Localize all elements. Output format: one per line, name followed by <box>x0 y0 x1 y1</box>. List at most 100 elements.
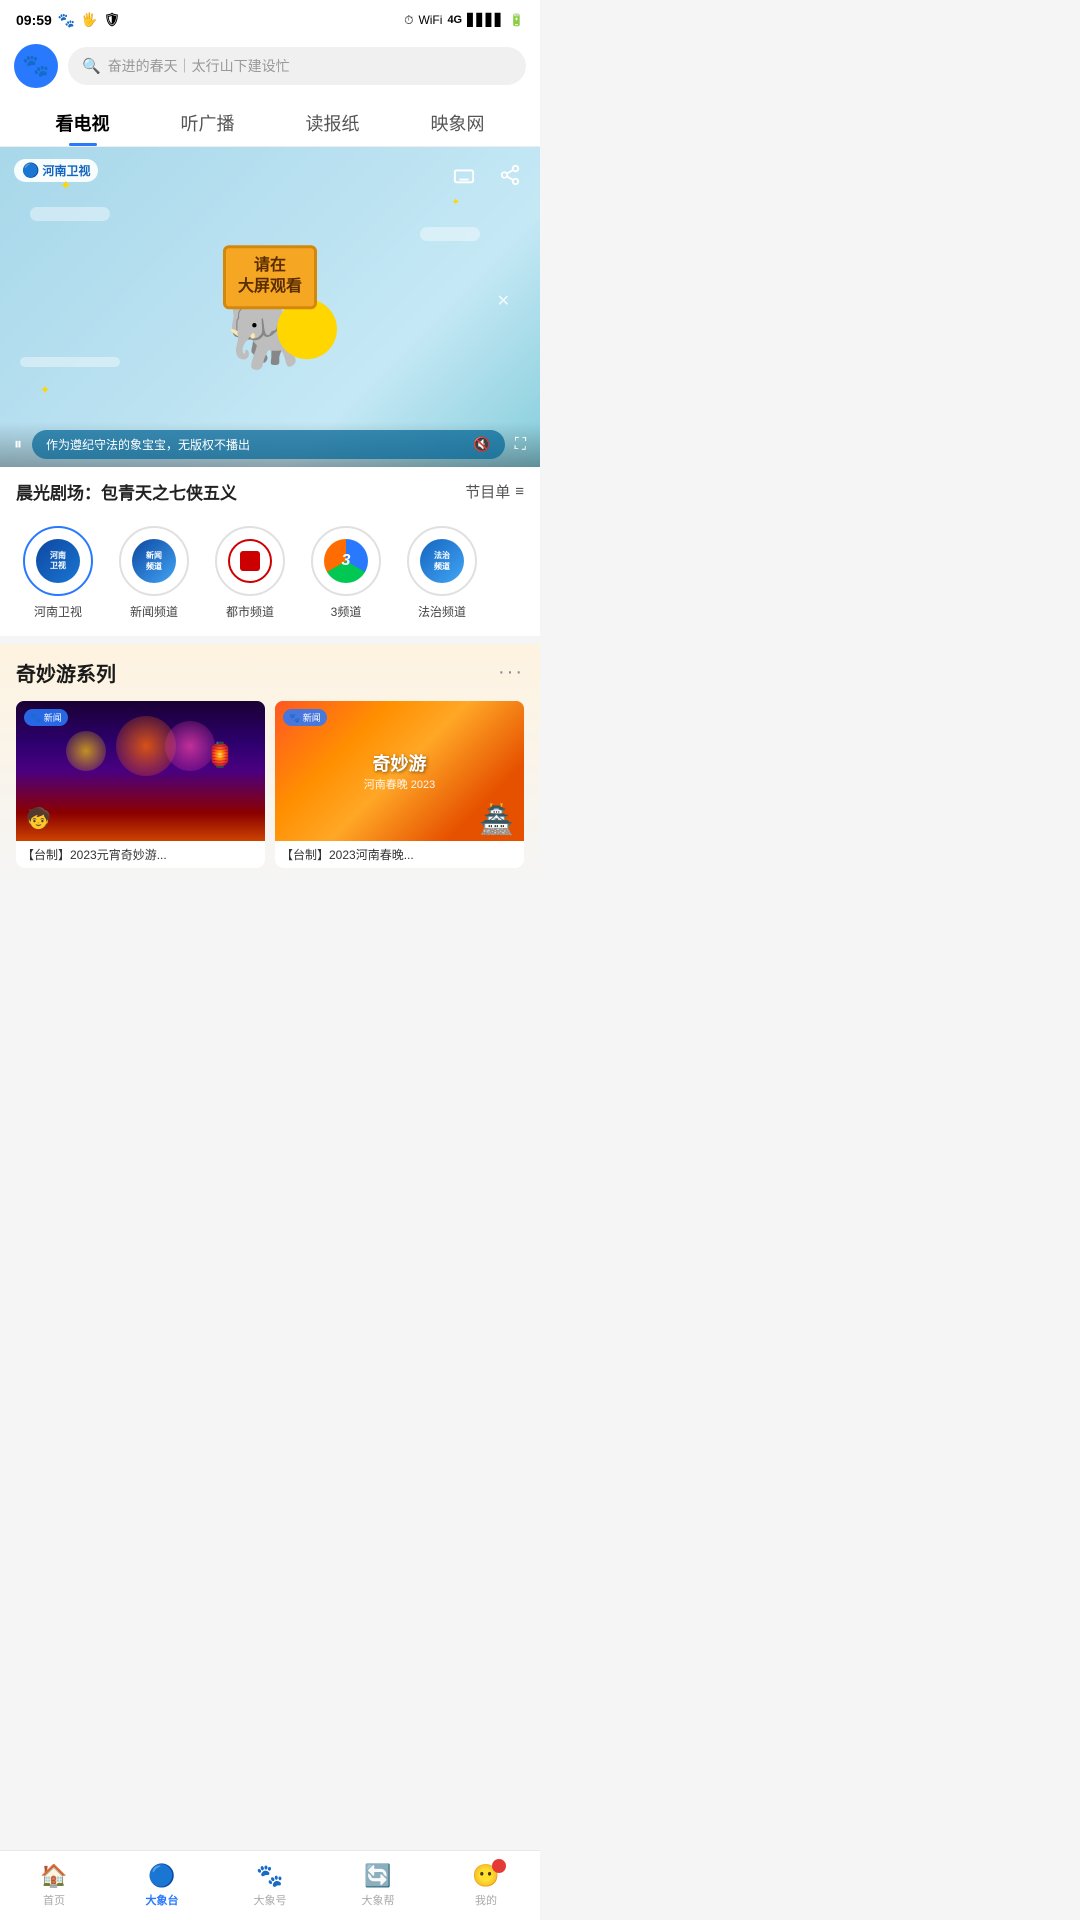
firework-2 <box>66 731 106 771</box>
thumb-festival: 奇妙游 河南春晚 2023 🐾 新闻 🏯 <box>275 701 524 841</box>
channel-xinwen[interactable]: 新闻频道 新闻频道 <box>106 526 202 620</box>
paw-icon: 🐾 <box>58 12 75 29</box>
nav-mine[interactable]: 😶 我的 <box>432 1851 540 1920</box>
logo-paw-icon: 🐾 <box>22 53 49 79</box>
app-logo[interactable]: 🐾 <box>14 44 58 88</box>
channel-list: 河南卫视 河南卫视 新闻频道 新闻频道 都市频道 <box>0 516 540 636</box>
nav-home[interactable]: 🏠 首页 <box>0 1851 108 1920</box>
video-player[interactable]: 🔵 河南卫视 <box>0 147 540 467</box>
tab-radio[interactable]: 听广播 <box>145 98 270 146</box>
bars-icon: ▋▋▋▋ <box>467 13 504 27</box>
content-card-2[interactable]: 奇妙游 河南春晚 2023 🐾 新闻 🏯 【台制】2023河南春晚... <box>275 701 524 868</box>
signal-icon: 4G <box>447 14 462 26</box>
subtitle-text: 作为遵纪守法的象宝宝，无版权不播出 <box>46 436 250 453</box>
tab-tv[interactable]: 看电视 <box>20 98 145 146</box>
shield-icon: 🛡 <box>103 12 120 28</box>
cloud-deco-2 <box>420 227 480 241</box>
search-placeholder-text: 奋进的春天｜太行山下建设忙 <box>108 56 290 76</box>
section-header: 奇妙游系列 ··· <box>16 658 524 687</box>
sparkle-2: ✦ <box>452 197 460 208</box>
wifi-icon: WiFi <box>418 13 442 27</box>
nav-daxiangbang[interactable]: 🔄 大象帮 <box>324 1851 432 1920</box>
daxiangbang-icon: 🔄 <box>364 1863 391 1889</box>
list-icon: ≡ <box>515 483 524 500</box>
search-bar[interactable]: 🔍 奋进的春天｜太行山下建设忙 <box>68 47 526 85</box>
elephant-scene: 请在大屏观看 🐘 <box>223 245 317 369</box>
program-info: 晨光剧场：包青天之七侠五义 节目单 ≡ <box>0 467 540 516</box>
program-title: 晨光剧场：包青天之七侠五义 <box>16 479 237 504</box>
cloud-deco-1 <box>30 207 110 221</box>
daxianghao-label: 大象号 <box>254 1892 287 1908</box>
home-icon: 🏠 <box>40 1863 67 1889</box>
video-section: 🔵 河南卫视 <box>0 147 540 636</box>
fazhi-circle: 法治频道 <box>407 526 477 596</box>
close-button[interactable]: ✕ <box>497 291 510 311</box>
daxiangtai-icon: 🔵 <box>148 1863 175 1889</box>
sign-board: 请在大屏观看 <box>223 245 317 309</box>
daxiangtai-label: 大象台 <box>146 1892 179 1908</box>
content-card-1[interactable]: 🏮 🧒 🐾 新闻 【台制】2023元宵奇妙游... <box>16 701 265 868</box>
pause-button[interactable]: ⏸ <box>14 436 22 454</box>
program-list-label: 节目单 <box>465 481 510 502</box>
status-time: 09:59 🐾 🖐 🛡 <box>16 12 120 29</box>
card2-label: 【台制】2023河南春晚... <box>275 841 524 868</box>
share-button[interactable] <box>494 159 526 191</box>
mine-label: 我的 <box>475 1892 497 1908</box>
bottom-padding <box>0 882 540 962</box>
nav-daxianghao[interactable]: 🐾 大象号 <box>216 1851 324 1920</box>
mine-icon: 😶 <box>472 1863 499 1889</box>
tab-newspaper[interactable]: 读报纸 <box>270 98 395 146</box>
nav-daxiangtai[interactable]: 🔵 大象台 <box>108 1851 216 1920</box>
xinwen-label: 新闻频道 <box>130 603 178 620</box>
lantern-icon: 🏮 <box>205 741 235 770</box>
time-display: 09:59 <box>16 12 52 28</box>
fullscreen-button[interactable]: ⛶ <box>515 436 526 454</box>
qimiaoyou-section: 奇妙游系列 ··· 🏮 🧒 🐾 新闻 【台制】2023元宵奇妙游... 奇妙游 <box>0 644 540 882</box>
search-icon: 🔍 <box>82 57 101 75</box>
status-bar: 09:59 🐾 🖐 🛡 ⏱ WiFi 4G ▋▋▋▋ 🔋 <box>0 0 540 36</box>
character-icon: 🧒 <box>26 806 51 831</box>
sparkle-3: ✦ <box>40 383 50 397</box>
daxiangbang-label: 大象帮 <box>362 1892 395 1908</box>
ch3-circle: 3 <box>311 526 381 596</box>
status-icons: ⏱ WiFi 4G ▋▋▋▋ 🔋 <box>404 13 524 28</box>
sparkle-1: ✦ <box>60 177 72 194</box>
app-header: 🐾 🔍 奋进的春天｜太行山下建设忙 <box>0 36 540 98</box>
cast-button[interactable] <box>448 159 480 191</box>
channel-dushi[interactable]: 都市频道 <box>202 526 298 620</box>
henan-label: 河南卫视 <box>34 603 82 620</box>
fazhi-label: 法治频道 <box>418 603 466 620</box>
henan-circle: 河南卫视 <box>23 526 93 596</box>
channel-3[interactable]: 3 3频道 <box>298 526 394 620</box>
section-title: 奇妙游系列 <box>16 658 116 687</box>
home-label: 首页 <box>43 1892 65 1908</box>
festival-text: 奇妙游 <box>364 750 436 776</box>
festival-subtext: 河南春晚 2023 <box>364 776 436 792</box>
card1-logo: 🐾 新闻 <box>24 709 68 726</box>
notification-badge <box>492 1859 506 1873</box>
tower-icon: 🏯 <box>479 803 514 836</box>
channel-henan[interactable]: 河南卫视 河南卫视 <box>10 526 106 620</box>
hand-icon: 🖐 <box>81 12 97 28</box>
ch3-label: 3频道 <box>331 603 362 620</box>
tab-yxw[interactable]: 映象网 <box>395 98 520 146</box>
xinwen-circle: 新闻频道 <box>119 526 189 596</box>
battery-icon: 🔋 <box>509 13 524 27</box>
channel-badge: 🔵 河南卫视 <box>14 159 98 182</box>
bottom-nav: 🏠 首页 🔵 大象台 🐾 大象号 🔄 大象帮 😶 我的 <box>0 1850 540 1920</box>
card1-label: 【台制】2023元宵奇妙游... <box>16 841 265 868</box>
channel-logo-icon: 🔵 <box>22 162 39 179</box>
dushi-circle <box>215 526 285 596</box>
program-list-button[interactable]: 节目单 ≡ <box>465 481 524 502</box>
subtitle-bar: 作为遵纪守法的象宝宝，无版权不播出 🔇 <box>32 430 505 459</box>
video-controls-bar: ⏸ 作为遵纪守法的象宝宝，无版权不播出 🔇 ⛶ <box>0 422 540 467</box>
content-grid: 🏮 🧒 🐾 新闻 【台制】2023元宵奇妙游... 奇妙游 河南春晚 2023 … <box>16 701 524 882</box>
daxianghao-icon: 🐾 <box>256 1863 283 1889</box>
cloud-deco-3 <box>20 357 120 367</box>
channel-fazhi[interactable]: 法治频道 法治频道 <box>394 526 490 620</box>
timer-icon: ⏱ <box>404 13 413 28</box>
more-button[interactable]: ··· <box>498 661 524 684</box>
mute-icon[interactable]: 🔇 <box>473 436 490 453</box>
thumb-fireworks: 🏮 🧒 🐾 新闻 <box>16 701 265 841</box>
channel-logo-small: 🔵 河南卫视 <box>14 159 98 182</box>
